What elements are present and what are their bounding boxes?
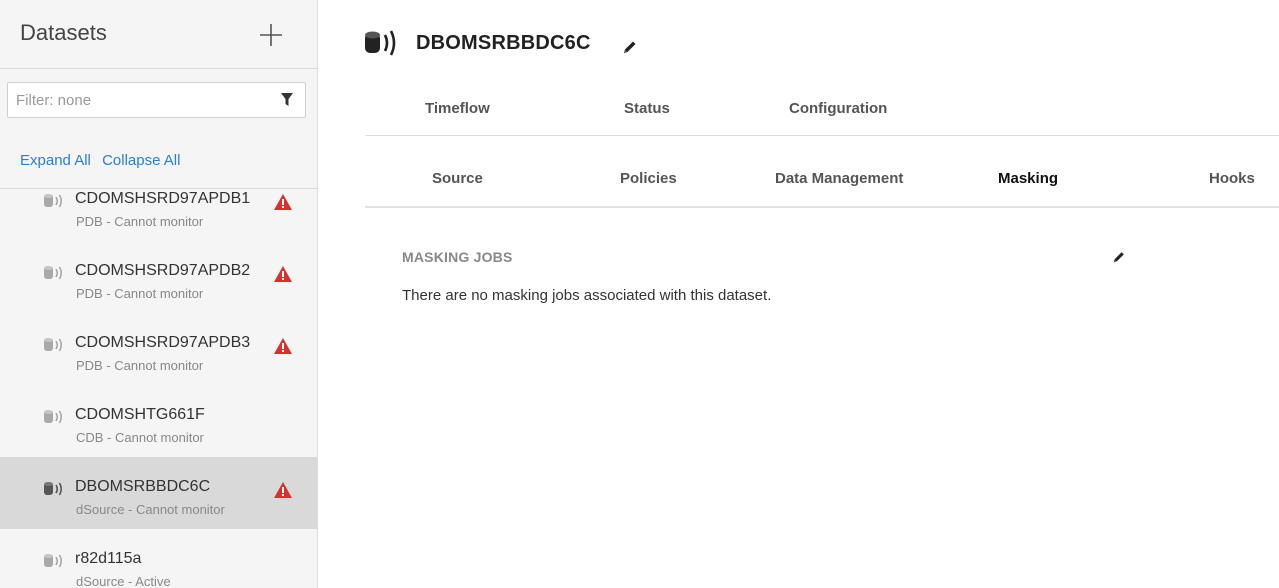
funnel-icon[interactable]	[281, 93, 293, 107]
expand-all-link[interactable]: Expand All	[20, 152, 91, 169]
tab-source[interactable]: Source	[432, 170, 483, 187]
warning-icon	[274, 482, 292, 498]
section-title: MASKING JOBS	[402, 249, 513, 265]
database-icon	[44, 194, 63, 208]
dataset-status: dSource - Cannot monitor	[76, 502, 225, 517]
database-icon	[44, 338, 63, 352]
tab-status[interactable]: Status	[624, 100, 670, 117]
pencil-icon[interactable]	[1112, 250, 1126, 264]
page-title: DBOMSRBBDC6C	[416, 32, 591, 54]
dataset-name: r82d115a	[75, 550, 142, 567]
database-icon	[44, 266, 63, 280]
dataset-detail: DBOMSRBBDC6C Timeflow Status Configurati…	[319, 0, 1279, 588]
tab-data-management[interactable]: Data Management	[775, 170, 903, 187]
database-icon	[44, 554, 63, 568]
dataset-name: CDOMSHSRD97APDB2	[75, 262, 251, 279]
filter-box	[7, 82, 306, 118]
dataset-status: CDB - Cannot monitor	[76, 430, 204, 445]
dataset-name: CDOMSHSRD97APDB1	[75, 190, 251, 207]
dataset-item[interactable]: CDOMSHSRD97APDB2 PDB - Cannot monitor	[0, 241, 317, 313]
expand-collapse-links: Expand All Collapse All	[20, 152, 187, 169]
tab-timeflow[interactable]: Timeflow	[425, 100, 490, 117]
database-icon	[44, 410, 63, 424]
dataset-name: CDOMSHSRD97APDB3	[75, 334, 251, 351]
dataset-name: DBOMSRBBDC6C	[75, 478, 211, 495]
database-icon	[44, 482, 63, 496]
empty-state-message: There are no masking jobs associated wit…	[402, 287, 772, 304]
tab-hooks[interactable]: Hooks	[1209, 170, 1255, 187]
database-icon	[365, 30, 396, 56]
dataset-status: PDB - Cannot monitor	[76, 286, 204, 301]
dataset-list: CDOMSHSRD97APDB1 PDB - Cannot monitor CD…	[0, 188, 317, 588]
dataset-item[interactable]: CDOMSHTG661F CDB - Cannot monitor	[0, 385, 317, 457]
warning-icon	[274, 194, 292, 210]
datasets-sidebar: Datasets Expand All Collapse All CDOMSHS…	[0, 0, 318, 588]
secondary-tabs: Source Policies Data Management Masking …	[365, 150, 1279, 208]
dataset-item-selected[interactable]: DBOMSRBBDC6C dSource - Cannot monitor	[0, 457, 317, 529]
dataset-item[interactable]: r82d115a dSource - Active	[0, 529, 317, 588]
dataset-name: CDOMSHTG661F	[75, 406, 205, 423]
filter-input[interactable]	[16, 83, 266, 117]
dataset-status: PDB - Cannot monitor	[76, 358, 204, 373]
warning-icon	[274, 338, 292, 354]
pencil-icon[interactable]	[622, 39, 638, 55]
collapse-all-link[interactable]: Collapse All	[102, 152, 180, 169]
tab-masking[interactable]: Masking	[998, 170, 1058, 187]
dataset-item[interactable]: CDOMSHSRD97APDB3 PDB - Cannot monitor	[0, 313, 317, 385]
sidebar-title: Datasets	[20, 20, 107, 45]
tab-configuration[interactable]: Configuration	[789, 100, 887, 117]
dataset-status: dSource - Active	[76, 574, 171, 588]
warning-icon	[274, 266, 292, 282]
plus-icon[interactable]	[258, 22, 284, 48]
sidebar-header: Datasets	[0, 0, 317, 69]
primary-tabs: Timeflow Status Configuration	[365, 80, 1279, 136]
tab-policies[interactable]: Policies	[620, 170, 677, 187]
dataset-item[interactable]: CDOMSHSRD97APDB1 PDB - Cannot monitor	[0, 189, 317, 241]
dataset-status: PDB - Cannot monitor	[76, 214, 204, 229]
